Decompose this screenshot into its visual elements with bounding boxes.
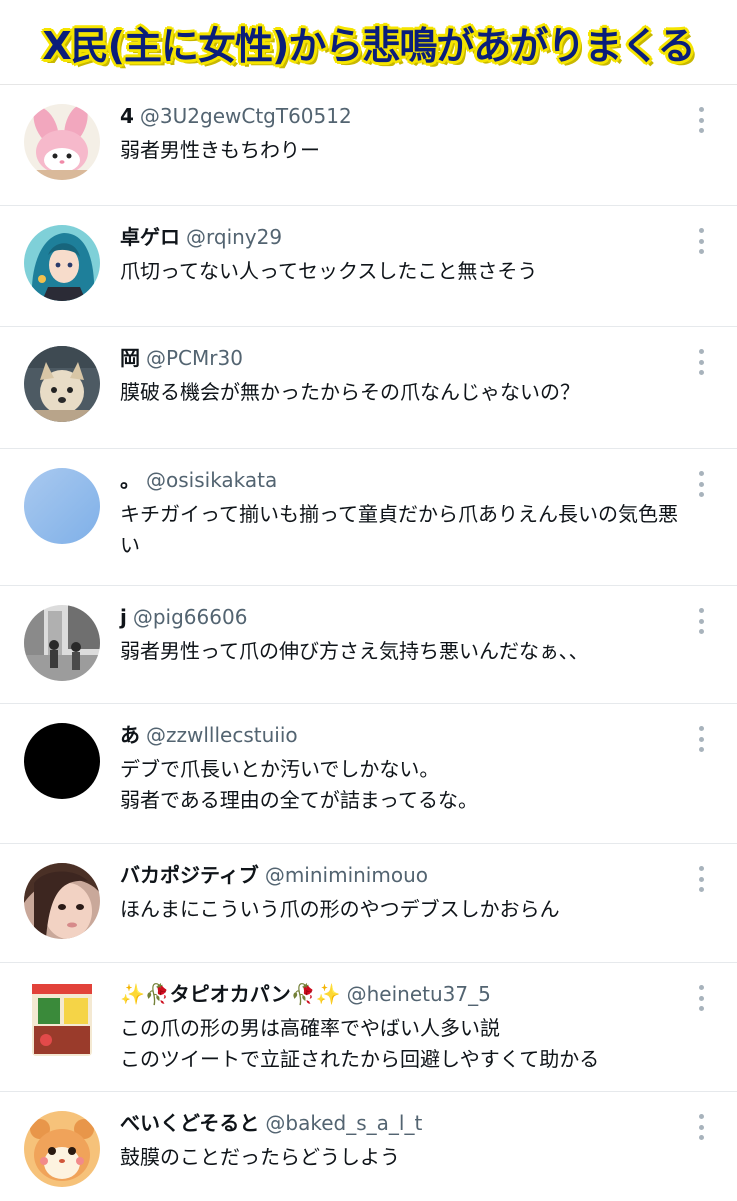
reply-item[interactable]: 卓ゲロ @rqiny29 爪切ってない人ってセックスしたこと無さそう (0, 206, 737, 327)
display-name[interactable]: j (120, 605, 127, 629)
black-circle-avatar-icon[interactable] (24, 723, 100, 799)
anime-girl-avatar-icon[interactable] (24, 225, 100, 301)
headline-text: X民(主に女性)から悲鳴があがりまくる (42, 23, 695, 68)
user-handle[interactable]: @PCMr30 (146, 346, 243, 370)
reply-text: 鼓膜のことだったらどうしよう (120, 1145, 400, 1169)
reply-item[interactable]: あ @zzwlllecstuiio デブで爪長いとか汚いでしかない。 弱者である理… (0, 704, 737, 844)
user-handle[interactable]: @zzwlllecstuiio (146, 723, 298, 747)
reply-text: この爪の形の男は高確率でやばい人多い説 このツイートで立証されたから回避しやすく… (120, 1016, 600, 1071)
more-options-icon[interactable] (697, 1114, 705, 1140)
more-options-icon[interactable] (697, 349, 705, 375)
reply-item[interactable]: べいくどそると @baked_s_a_l_t 鼓膜のことだったらどうしよう (0, 1092, 737, 1201)
reply-header: 卓ゲロ @rqiny29 (120, 224, 282, 250)
reply-item[interactable]: 岡 @PCMr30 膜破る機会が無かったからその爪なんじゃないの？ (0, 327, 737, 449)
reply-header: 岡 @PCMr30 (120, 345, 243, 371)
reply-item[interactable]: j @pig66606 弱者男性って爪の伸び方さえ気持ち悪いんだなぁ、、 (0, 586, 737, 704)
more-options-icon[interactable] (697, 866, 705, 892)
more-options-icon[interactable] (697, 228, 705, 254)
manga-street-avatar-icon[interactable] (24, 605, 100, 681)
user-handle[interactable]: @miniminimouo (265, 863, 428, 887)
display-name[interactable]: バカポジティブ (120, 863, 259, 887)
reply-item[interactable]: 4 @3U2gewCtgT60512 弱者男性きもちわりー (0, 85, 737, 206)
reply-text: キチガイって揃いも揃って童貞だから爪ありえん長いの気色悪 い (120, 502, 678, 557)
reply-text: ほんまにこういう爪の形のやつデブスしかおらん (120, 897, 560, 921)
dog-avatar-icon[interactable] (24, 346, 100, 422)
reply-text: デブで爪長いとか汚いでしかない。 弱者である理由の全てが詰まってるな。 (120, 757, 478, 812)
more-options-icon[interactable] (697, 985, 705, 1011)
reply-text: 爪切ってない人ってセックスしたこと無さそう (120, 259, 538, 283)
reply-item[interactable]: ✨🥀タピオカパン🥀✨ @heinetu37_5 この爪の形の男は高確率でやばい人多… (0, 963, 737, 1092)
display-name[interactable]: 。 (120, 468, 140, 492)
display-name[interactable]: ✨🥀タピオカパン🥀✨ (120, 982, 341, 1006)
hamster-avatar-icon[interactable] (24, 1111, 100, 1187)
reply-header: 4 @3U2gewCtgT60512 (120, 103, 352, 129)
reply-text: 弱者男性きもちわりー (120, 138, 320, 162)
blue-sky-avatar-icon[interactable] (24, 468, 100, 544)
headline-banner: X民(主に女性)から悲鳴があがりまくる (0, 0, 737, 85)
pink-rabbit-avatar-icon[interactable] (24, 104, 100, 180)
display-name[interactable]: 岡 (120, 346, 140, 370)
reply-item[interactable]: バカポジティブ @miniminimouo ほんまにこういう爪の形のやつデブスしか… (0, 844, 737, 963)
user-handle[interactable]: @heinetu37_5 (347, 982, 491, 1006)
more-options-icon[interactable] (697, 471, 705, 497)
display-name[interactable]: べいくどそると (120, 1111, 259, 1135)
more-options-icon[interactable] (697, 726, 705, 752)
more-options-icon[interactable] (697, 107, 705, 133)
reply-header: ✨🥀タピオカパン🥀✨ @heinetu37_5 (120, 981, 491, 1007)
user-handle[interactable]: @rqiny29 (186, 225, 282, 249)
reply-header: べいくどそると @baked_s_a_l_t (120, 1110, 422, 1136)
reply-header: 。 @osisikakata (120, 467, 277, 493)
reply-text: 弱者男性って爪の伸び方さえ気持ち悪いんだなぁ、、 (120, 639, 589, 663)
display-name[interactable]: 卓ゲロ (120, 225, 180, 249)
user-handle[interactable]: @baked_s_a_l_t (265, 1111, 422, 1135)
display-name[interactable]: 4 (120, 104, 134, 128)
more-options-icon[interactable] (697, 608, 705, 634)
woman-face-avatar-icon[interactable] (24, 863, 100, 939)
reply-header: j @pig66606 (120, 604, 247, 630)
user-handle[interactable]: @pig66606 (133, 605, 248, 629)
display-name[interactable]: あ (120, 723, 140, 747)
reply-header: バカポジティブ @miniminimouo (120, 862, 428, 888)
reply-text: 膜破る機会が無かったからその爪なんじゃないの？ (120, 380, 580, 404)
user-handle[interactable]: @3U2gewCtgT60512 (140, 104, 352, 128)
reply-header: あ @zzwlllecstuiio (120, 722, 298, 748)
user-handle[interactable]: @osisikakata (146, 468, 277, 492)
reply-feed: 4 @3U2gewCtgT60512 弱者男性きもちわりー 卓ゲロ @rqiny29… (0, 85, 737, 1201)
snack-package-avatar-icon[interactable] (24, 982, 100, 1058)
reply-item[interactable]: 。 @osisikakata キチガイって揃いも揃って童貞だから爪ありえん長いの気… (0, 449, 737, 586)
